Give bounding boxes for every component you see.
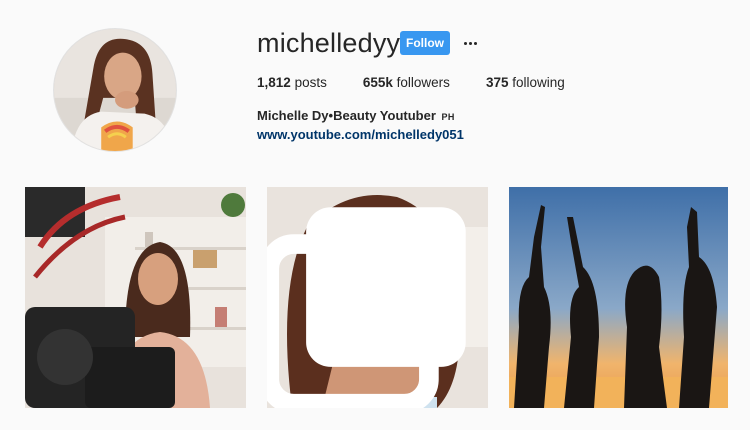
followers-label: followers — [396, 75, 450, 90]
profile-username: michelledyy — [257, 28, 401, 58]
following-stat[interactable]: 375 following — [486, 75, 565, 90]
following-label: following — [512, 75, 565, 90]
following-count: 375 — [485, 75, 509, 90]
dot — [473, 41, 477, 45]
follow-button[interactable]: Follow — [400, 31, 450, 55]
more-options-icon[interactable] — [460, 31, 480, 55]
posts-label: posts — [294, 75, 327, 90]
followers-stat[interactable]: 655k followers — [363, 75, 450, 90]
profile-website-link[interactable]: www.youtube.com/michelledy051 — [257, 127, 464, 142]
dot — [463, 41, 467, 45]
dot — [468, 41, 472, 45]
post-thumbnail[interactable] — [509, 187, 728, 408]
avatar-image — [54, 29, 176, 151]
multiple-photos-icon — [267, 207, 466, 408]
posts-count: 1,812 — [257, 75, 291, 90]
followers-count: 655k — [362, 75, 393, 90]
post-thumbnail[interactable] — [25, 187, 246, 408]
profile-avatar[interactable] — [53, 28, 177, 152]
post-image — [509, 187, 728, 408]
posts-stat: 1,812 posts — [257, 75, 327, 90]
profile-stats: 1,812 posts 655k followers 375 following — [257, 75, 565, 90]
full-name-text: Michelle Dy•Beauty Youtuber — [257, 108, 436, 123]
post-thumbnail[interactable] — [267, 187, 488, 408]
post-image — [25, 187, 246, 408]
profile-full-name: Michelle Dy•Beauty Youtuber PH — [257, 108, 455, 123]
full-name-suffix: PH — [441, 112, 455, 122]
